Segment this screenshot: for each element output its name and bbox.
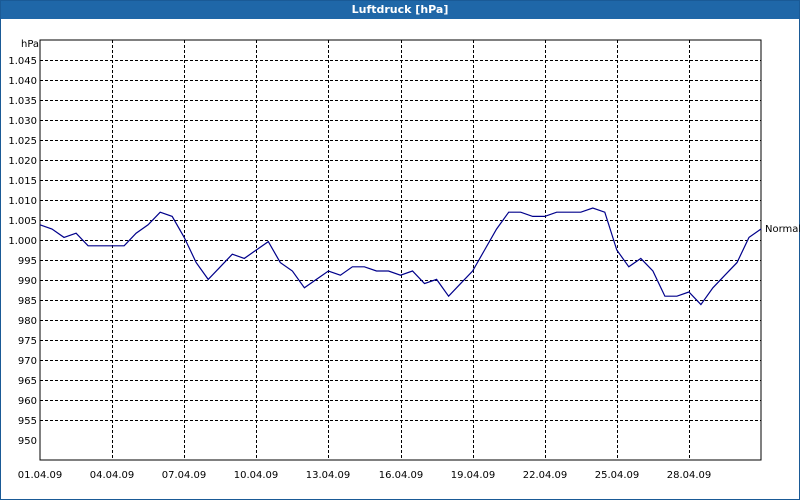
x-tick-label: 01.04.09: [18, 470, 63, 481]
y-tick-label: 965: [18, 376, 37, 387]
x-tick-label: 25.04.09: [595, 470, 640, 481]
x-tick-label: 19.04.09: [451, 470, 496, 481]
x-tick-label: 22.04.09: [523, 470, 568, 481]
y-tick-label: 950: [18, 436, 37, 447]
y-tick-label: 985: [18, 296, 37, 307]
y-tick-label: 1.035: [8, 96, 37, 107]
x-tick-label: 28.04.09: [667, 470, 712, 481]
pressure-chart: hPa 1.0451.0401.0351.0301.0251.0201.0151…: [8, 39, 800, 481]
y-tick-label: 970: [18, 356, 37, 367]
y-tick-label: 1.025: [8, 136, 37, 147]
x-tick-labels: 01.04.09 04.04.09 07.04.09 10.04.09 13.04.09…: [18, 470, 712, 481]
x-tick-label: 13.04.09: [306, 470, 351, 481]
y-tick-label: 1.015: [8, 176, 37, 187]
y-tick-labels: 1.045 1.040 1.035 1.030 1.025 1.020 1.015 1.010…: [8, 56, 37, 447]
y-tick-label: 1.005: [8, 216, 37, 227]
y-tick-label: 980: [18, 316, 37, 327]
x-tick-label: 07.04.09: [162, 470, 207, 481]
y-tick-label: 1.040: [8, 76, 37, 87]
x-tick-label: 10.04.09: [234, 470, 279, 481]
y-tick-label: 1.000: [8, 236, 37, 247]
y-axis-unit-label: hPa: [21, 39, 39, 50]
y-tick-label: 1.045: [8, 56, 37, 67]
x-tick-label: 04.04.09: [90, 470, 135, 481]
x-tick-label: 16.04.09: [379, 470, 424, 481]
y-tick-label: 1.020: [8, 156, 37, 167]
series-line-normal[interactable]: [39, 207, 762, 306]
y-tick-label: 1.030: [8, 116, 37, 127]
y-tick-label: 955: [18, 416, 37, 427]
grid: [40, 40, 761, 460]
y-tick-label: 960: [18, 396, 37, 407]
y-tick-label: 995: [18, 256, 37, 267]
plot-frame: [39, 39, 762, 461]
y-tick-label: 975: [18, 336, 37, 347]
y-tick-label: 1.010: [8, 196, 37, 207]
series-label-normal: Normal: [765, 224, 800, 235]
y-tick-label: 990: [18, 276, 37, 287]
